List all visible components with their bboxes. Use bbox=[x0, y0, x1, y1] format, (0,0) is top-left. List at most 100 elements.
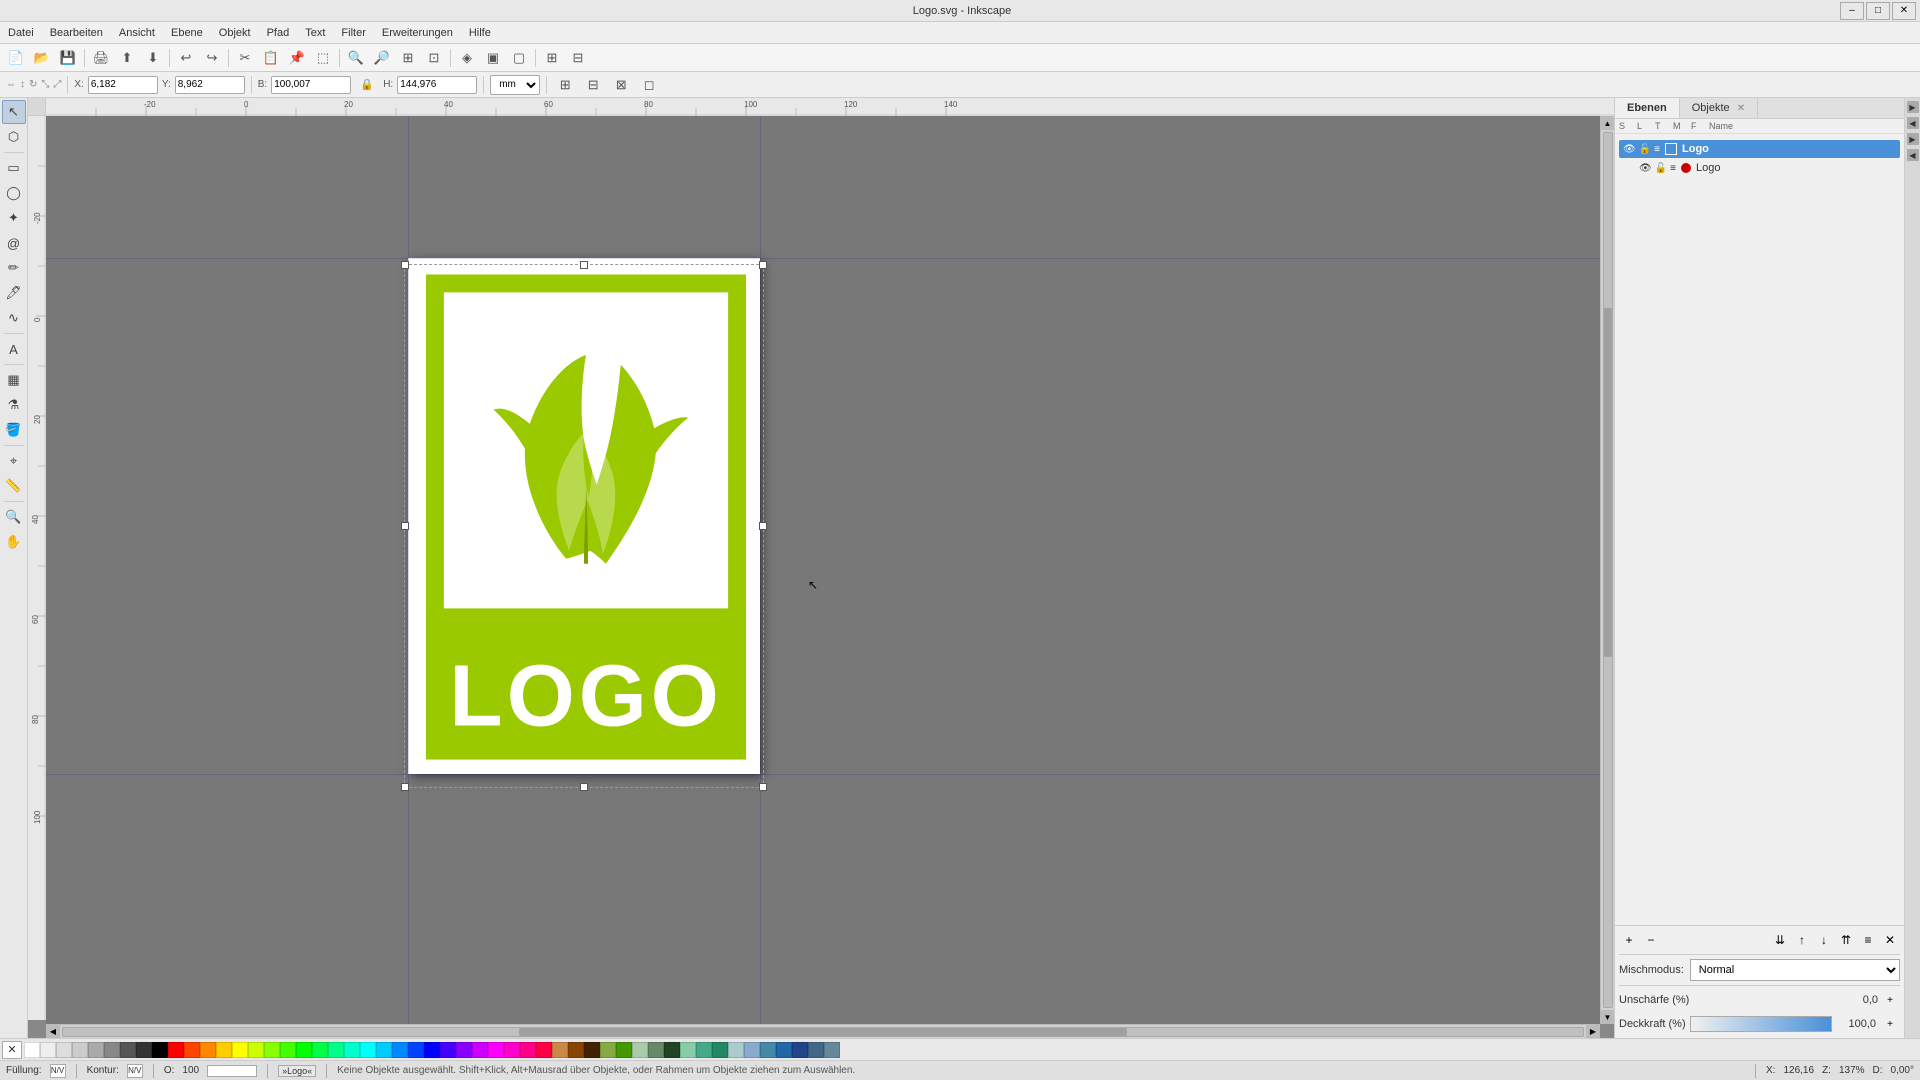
node-tool[interactable]: ⬡ bbox=[2, 125, 26, 149]
transform-h-button[interactable]: ◻ bbox=[637, 74, 661, 96]
tab-objekte[interactable]: Objekte ✕ bbox=[1680, 98, 1758, 118]
color-swatch-44[interactable] bbox=[728, 1042, 744, 1058]
menu-item-pfad[interactable]: Pfad bbox=[259, 22, 298, 43]
menu-item-bearbeiten[interactable]: Bearbeiten bbox=[42, 22, 111, 43]
pen-tool[interactable]: 🖊 bbox=[2, 281, 26, 305]
layer-expand-icon-1[interactable]: ≡ bbox=[1654, 144, 1660, 155]
select-tool[interactable]: ↖ bbox=[2, 100, 26, 124]
text-tool[interactable]: A bbox=[2, 337, 26, 361]
layer-lock-icon-1[interactable]: 🔓 bbox=[1639, 144, 1651, 155]
color-swatch-27[interactable] bbox=[456, 1042, 472, 1058]
color-swatch-21[interactable] bbox=[360, 1042, 376, 1058]
add-layer-button[interactable]: + bbox=[1619, 930, 1639, 950]
tab-objekte-close[interactable]: ✕ bbox=[1737, 103, 1745, 114]
color-swatch-38[interactable] bbox=[632, 1042, 648, 1058]
color-swatch-13[interactable] bbox=[232, 1042, 248, 1058]
dropper-tool[interactable]: ⚗ bbox=[2, 393, 26, 417]
open-button[interactable]: 📂 bbox=[30, 47, 54, 69]
strip-btn-3[interactable]: ▶ bbox=[1907, 133, 1919, 145]
layer-to-top-button[interactable]: ⇈ bbox=[1836, 930, 1856, 950]
strip-btn-2[interactable]: ◀ bbox=[1907, 117, 1919, 129]
color-swatch-12[interactable] bbox=[216, 1042, 232, 1058]
measure-tool[interactable]: 📏 bbox=[2, 474, 26, 498]
color-swatch-30[interactable] bbox=[504, 1042, 520, 1058]
paste-in-place-button[interactable]: ⬚ bbox=[311, 47, 335, 69]
color-swatch-39[interactable] bbox=[648, 1042, 664, 1058]
zoom-tool[interactable]: 🔍 bbox=[2, 505, 26, 529]
color-swatch-24[interactable] bbox=[408, 1042, 424, 1058]
minimize-button[interactable]: – bbox=[1840, 2, 1864, 20]
menu-item-ansicht[interactable]: Ansicht bbox=[111, 22, 163, 43]
color-swatch-29[interactable] bbox=[488, 1042, 504, 1058]
star-tool[interactable]: ✦ bbox=[2, 206, 26, 230]
connector-tool[interactable]: ⌖ bbox=[2, 449, 26, 473]
h-coord-input[interactable] bbox=[397, 76, 477, 94]
stroke-color-swatch[interactable]: N/V bbox=[127, 1064, 143, 1078]
y-coord-input[interactable] bbox=[175, 76, 245, 94]
node-edit-button[interactable]: ◈ bbox=[455, 47, 479, 69]
color-swatch-15[interactable] bbox=[264, 1042, 280, 1058]
scroll-left-button[interactable]: ◀ bbox=[46, 1025, 60, 1039]
calligraphy-tool[interactable]: ∿ bbox=[2, 306, 26, 330]
color-swatch-48[interactable] bbox=[792, 1042, 808, 1058]
color-swatch-41[interactable] bbox=[680, 1042, 696, 1058]
layer-visibility-icon-1[interactable]: 👁 bbox=[1623, 144, 1636, 155]
vscroll-track[interactable] bbox=[1603, 132, 1613, 1008]
ungroup-button[interactable]: ▢ bbox=[507, 47, 531, 69]
remove-layer-button[interactable]: − bbox=[1641, 930, 1661, 950]
layer-settings-button[interactable]: ≡ bbox=[1858, 930, 1878, 950]
menu-item-datei[interactable]: Datei bbox=[0, 22, 42, 43]
color-swatch-2[interactable] bbox=[56, 1042, 72, 1058]
pencil-tool[interactable]: ✏ bbox=[2, 256, 26, 280]
hscroll-track[interactable] bbox=[62, 1027, 1584, 1037]
transform-y-button[interactable]: ⊟ bbox=[581, 74, 605, 96]
cut-button[interactable]: ✂ bbox=[233, 47, 257, 69]
layer-to-bottom-button[interactable]: ⇊ bbox=[1770, 930, 1790, 950]
copy-button[interactable]: 📋 bbox=[259, 47, 283, 69]
new-button[interactable]: 📄 bbox=[4, 47, 28, 69]
paste-button[interactable]: 📌 bbox=[285, 47, 309, 69]
color-swatch-49[interactable] bbox=[808, 1042, 824, 1058]
align-button[interactable]: ⊞ bbox=[540, 47, 564, 69]
color-swatch-18[interactable] bbox=[312, 1042, 328, 1058]
zoom-in-button[interactable]: 🔍 bbox=[344, 47, 368, 69]
pan-tool[interactable]: ✋ bbox=[2, 530, 26, 554]
color-swatch-26[interactable] bbox=[440, 1042, 456, 1058]
scroll-right-button[interactable]: ▶ bbox=[1586, 1025, 1600, 1039]
horizontal-scrollbar[interactable]: ◀ ▶ bbox=[46, 1024, 1600, 1038]
gradient-tool[interactable]: ▦ bbox=[2, 368, 26, 392]
close-button[interactable]: ✕ bbox=[1892, 2, 1916, 20]
strip-btn-4[interactable]: ◀ bbox=[1907, 149, 1919, 161]
layer-dropdown[interactable]: »Logo« bbox=[278, 1065, 316, 1077]
fill-color-swatch[interactable]: N/V bbox=[50, 1064, 66, 1078]
vertical-scrollbar[interactable]: ▲ ▼ bbox=[1600, 116, 1614, 1024]
b-coord-input[interactable] bbox=[271, 76, 351, 94]
rect-tool[interactable]: ▭ bbox=[2, 156, 26, 180]
canvas-background[interactable]: LOGO ↖ bbox=[46, 116, 1600, 1024]
color-swatch-46[interactable] bbox=[760, 1042, 776, 1058]
layer-expand-icon-2[interactable]: ≡ bbox=[1670, 163, 1676, 174]
redo-button[interactable]: ↪ bbox=[200, 47, 224, 69]
color-swatch-31[interactable] bbox=[520, 1042, 536, 1058]
color-swatch-17[interactable] bbox=[296, 1042, 312, 1058]
menu-item-hilfe[interactable]: Hilfe bbox=[461, 22, 499, 43]
x-coord-input[interactable] bbox=[88, 76, 158, 94]
color-swatch-45[interactable] bbox=[744, 1042, 760, 1058]
menu-item-erweiterungen[interactable]: Erweiterungen bbox=[374, 22, 461, 43]
blur-add-button[interactable]: + bbox=[1880, 990, 1900, 1010]
maximize-button[interactable]: □ bbox=[1866, 2, 1890, 20]
color-swatch-22[interactable] bbox=[376, 1042, 392, 1058]
unit-select[interactable]: mm px cm bbox=[490, 75, 540, 95]
color-swatch-47[interactable] bbox=[776, 1042, 792, 1058]
sel-handle-bm[interactable] bbox=[580, 783, 588, 791]
zoom-out-button[interactable]: 🔎 bbox=[370, 47, 394, 69]
menu-item-objekt[interactable]: Objekt bbox=[211, 22, 259, 43]
strip-btn-1[interactable]: ▶ bbox=[1907, 101, 1919, 113]
zoom-sel-button[interactable]: ⊡ bbox=[422, 47, 446, 69]
color-swatch-9[interactable] bbox=[168, 1042, 184, 1058]
ellipse-tool[interactable]: ◯ bbox=[2, 181, 26, 205]
color-swatch-3[interactable] bbox=[72, 1042, 88, 1058]
paint-bucket-tool[interactable]: 🪣 bbox=[2, 418, 26, 442]
export-button[interactable]: ⬇ bbox=[141, 47, 165, 69]
hscroll-thumb[interactable] bbox=[519, 1028, 1127, 1036]
